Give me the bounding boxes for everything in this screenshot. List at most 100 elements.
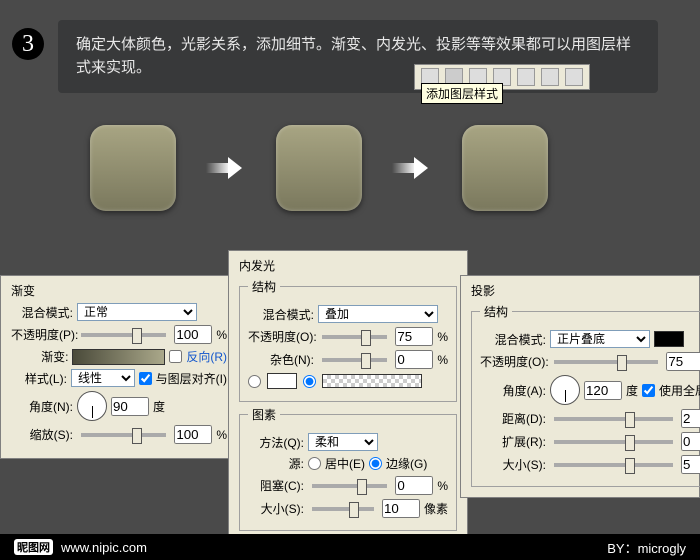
spread-input[interactable] [681,432,700,451]
panel-title: 投影 [471,282,689,299]
opacity-input[interactable] [666,352,700,371]
blend-mode-label: 混合模式: [248,306,314,323]
arrow-icon [392,160,432,176]
pct-label: % [437,479,448,493]
scale-slider[interactable] [81,433,166,437]
preview-tile-3 [462,125,548,211]
pct-label: % [437,353,448,367]
global-light-label: 使用全局光 [659,382,700,399]
elements-group: 图素 方法(Q): 柔和 源: 居中(E) 边缘(G) 阻塞(C): % 大小(… [239,406,457,531]
noise-slider[interactable] [322,358,387,362]
arrow-icon [206,160,246,176]
preview-tile-2 [276,125,362,211]
source-label: 源: [248,455,304,472]
footer-bar: 昵图网 www.nipic.com BY：microgly [0,534,700,560]
angle-label: 角度(N): [11,398,73,415]
logo-badge: 昵图网 [14,539,53,555]
angle-unit: 度 [153,398,165,415]
glow-color-swatch[interactable] [267,373,297,389]
blend-mode-select[interactable]: 正片叠底 [550,330,650,348]
scale-input[interactable] [174,425,212,444]
structure-legend: 结构 [248,278,280,295]
choke-slider[interactable] [312,484,387,488]
align-label: 与图层对齐(I) [156,370,227,387]
gradient-overlay-panel: 渐变 混合模式: 正常 不透明度(P): % 渐变: 反向(R) 样式(L): … [0,275,238,459]
glow-gradient-swatch[interactable] [322,374,422,388]
gradient-swatch[interactable] [72,349,165,365]
angle-dial[interactable] [77,391,107,421]
size-unit: 像素 [424,500,448,517]
shadow-color-swatch[interactable] [654,331,684,347]
pct-label: % [437,330,448,344]
elements-legend: 图素 [248,406,280,423]
pct-label: % [216,328,227,342]
blend-mode-select[interactable]: 正常 [77,303,197,321]
color-radio[interactable] [248,375,261,388]
footer-url: www.nipic.com [61,540,147,555]
reverse-checkbox[interactable] [169,350,182,363]
size-input[interactable] [382,499,420,518]
opacity-label: 不透明度(P): [11,326,73,343]
drop-shadow-panel: 投影 结构 混合模式: 正片叠底 不透明度(O): % 角度(A): 度 使用全… [460,275,700,498]
distance-slider[interactable] [554,417,673,421]
global-light-checkbox[interactable] [642,384,655,397]
distance-label: 距离(D): [480,410,546,427]
source-edge-radio[interactable] [369,457,382,470]
opacity-input[interactable] [395,327,433,346]
trash-icon[interactable] [565,68,583,86]
spread-slider[interactable] [554,440,673,444]
opacity-slider[interactable] [322,335,387,339]
step-number-badge: 3 [12,28,44,60]
angle-input[interactable] [584,381,622,400]
size-label: 大小(S): [248,500,304,517]
noise-input[interactable] [395,350,433,369]
gradient-radio[interactable] [303,375,316,388]
size-label: 大小(S): [480,456,546,473]
angle-input[interactable] [111,397,149,416]
source-center-radio[interactable] [308,457,321,470]
method-select[interactable]: 柔和 [308,433,378,451]
footer-logo: 昵图网 www.nipic.com [14,539,147,555]
opacity-slider[interactable] [554,360,658,364]
blend-mode-label: 混合模式: [11,304,73,321]
source-edge-label: 边缘(G) [386,455,427,472]
choke-label: 阻塞(C): [248,477,304,494]
choke-input[interactable] [395,476,433,495]
panel-title: 内发光 [239,257,457,274]
panel-title: 渐变 [11,282,227,299]
fx-tooltip: 添加图层样式 [421,83,503,104]
distance-input[interactable] [681,409,700,428]
size-slider[interactable] [312,507,374,511]
source-center-label: 居中(E) [325,455,365,472]
opacity-slider[interactable] [81,333,166,337]
footer-author: BY：microgly [607,538,686,557]
structure-group: 结构 混合模式: 叠加 不透明度(O): % 杂色(N): % [239,278,457,402]
angle-unit: 度 [626,382,638,399]
spread-label: 扩展(R): [480,433,546,450]
blend-mode-label: 混合模式: [480,331,546,348]
folder-icon[interactable] [517,68,535,86]
method-label: 方法(Q): [248,434,304,451]
noise-label: 杂色(N): [248,351,314,368]
opacity-label: 不透明度(O): [480,353,546,370]
opacity-label: 不透明度(O): [248,328,314,345]
opacity-input[interactable] [174,325,212,344]
angle-label: 角度(A): [480,382,546,399]
style-select[interactable]: 线性 [71,369,135,387]
angle-dial[interactable] [550,375,580,405]
structure-legend: 结构 [480,303,512,320]
blend-mode-select[interactable]: 叠加 [318,305,438,323]
preview-row [90,125,548,211]
align-checkbox[interactable] [139,372,152,385]
size-input[interactable] [681,455,700,474]
new-layer-icon[interactable] [541,68,559,86]
scale-label: 缩放(S): [11,426,73,443]
preview-tile-1 [90,125,176,211]
style-label: 样式(L): [11,370,67,387]
gradient-label: 渐变: [11,348,68,365]
inner-glow-panel: 内发光 结构 混合模式: 叠加 不透明度(O): % 杂色(N): % 图素 方 [228,250,468,542]
size-slider[interactable] [554,463,673,467]
reverse-label: 反向(R) [186,348,227,365]
structure-group: 结构 混合模式: 正片叠底 不透明度(O): % 角度(A): 度 使用全局光 … [471,303,700,487]
pct-label: % [216,428,227,442]
